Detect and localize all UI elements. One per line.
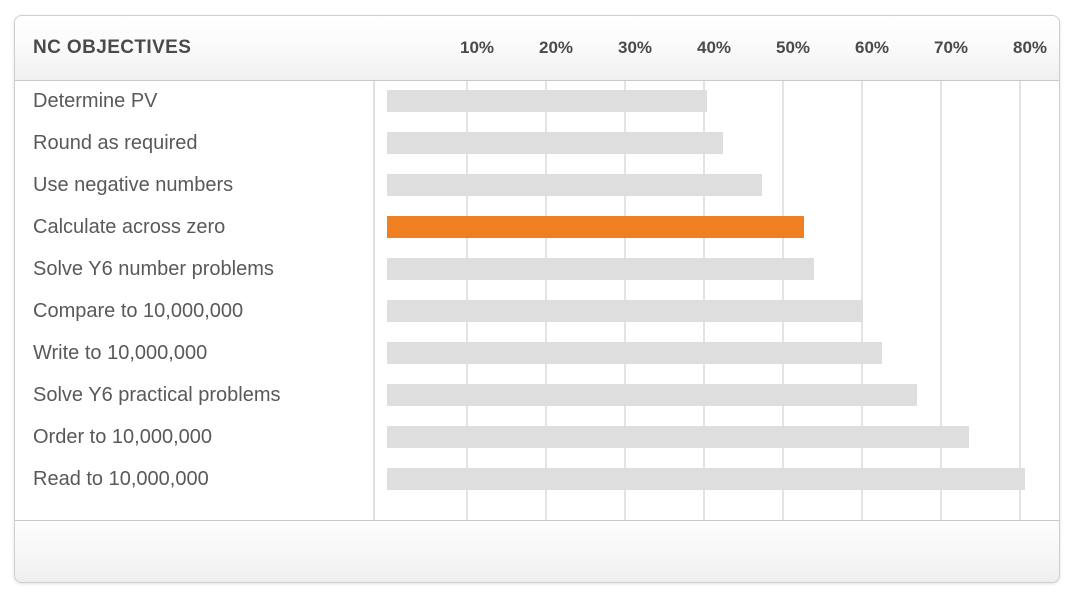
bar-3[interactable] [387,216,805,238]
value-axis-line [373,81,375,536]
bar-8[interactable] [387,426,970,448]
axis-tick-label-30: 30% [617,38,653,57]
axis-tick-label-70: 70% [933,38,969,57]
axis-tick-label-20: 20% [538,38,574,57]
category-label-7: Solve Y6 practical problems [33,384,281,406]
category-label-6: Write to 10,000,000 [33,342,208,364]
bar-2[interactable] [387,174,763,196]
category-label-2: Use negative numbers [33,174,234,196]
category-label-0: Determine PV [33,90,158,112]
chart-footer [15,520,1059,582]
axis-tick-label-10: 10% [459,38,495,57]
bar-0[interactable] [387,90,707,112]
bar-6[interactable] [387,342,882,364]
axis-tick-label-80: 80% [1012,38,1048,57]
chart-header: NC OBJECTIVES 10% 20% 30% 40% 50% 60% 70% 80% [15,16,1059,81]
category-label-4: Solve Y6 number problems [33,258,274,280]
category-label-9: Read to 10,000,000 [33,468,209,490]
axis-tick-labels: 10% 20% 30% 40% 50% 60% 70% 80% [373,16,1059,80]
bar-7[interactable] [387,384,918,406]
category-label-5: Compare to 10,000,000 [33,300,244,322]
chart-body: Determine PV Round as required Use negativ… [15,81,1059,536]
axis-tick-label-40: 40% [696,38,732,57]
bar-4[interactable] [387,258,815,280]
page-title: NC OBJECTIVES [33,37,192,58]
category-label-8: Order to 10,000,000 [33,426,213,448]
bar-9[interactable] [387,468,1026,490]
axis-tick-label-60: 60% [854,38,890,57]
category-label-1: Round as required [33,132,198,154]
category-label-column: Determine PV Round as required Use negativ… [15,81,373,523]
bar-5[interactable] [387,300,864,322]
plot-area [373,81,1059,536]
bar-1[interactable] [387,132,723,154]
chart-card: NC OBJECTIVES 10% 20% 30% 40% 50% 60% 70% 80% D… [14,15,1060,583]
category-label-3: Calculate across zero [33,216,226,238]
axis-tick-label-50: 50% [775,38,811,57]
screenshot-root: NC OBJECTIVES 10% 20% 30% 40% 50% 60% 70% 80% D… [0,0,1076,604]
